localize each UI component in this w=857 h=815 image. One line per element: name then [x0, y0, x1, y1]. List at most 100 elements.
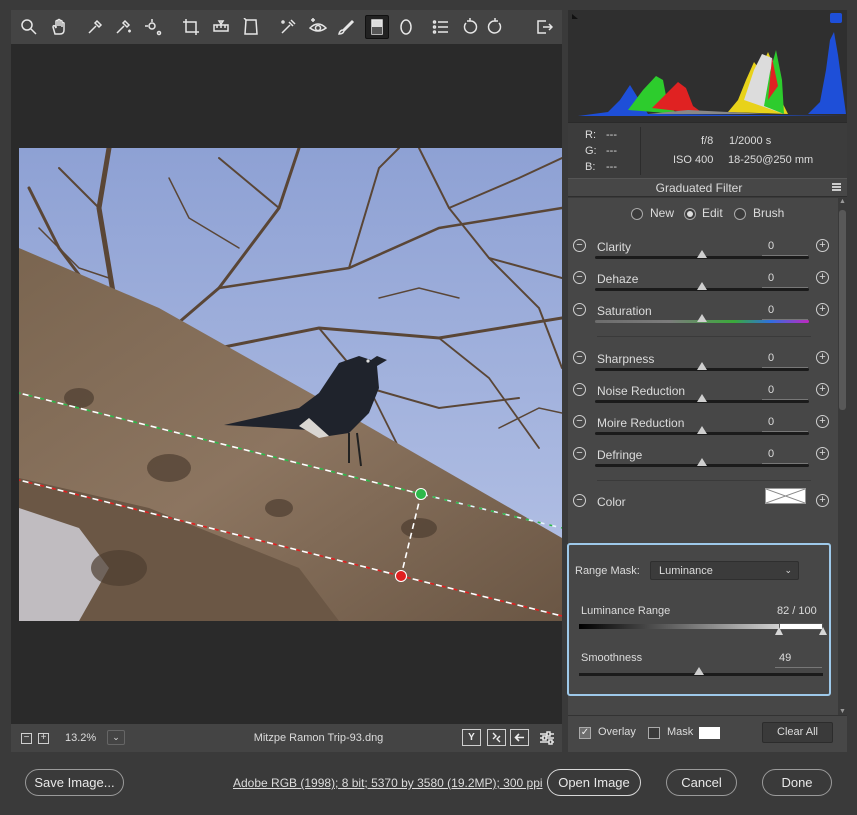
mode-edit-radio[interactable]: [684, 208, 696, 220]
decrease-icon[interactable]: −: [573, 271, 586, 284]
slider-thumb[interactable]: [697, 250, 707, 258]
mode-new-radio[interactable]: [631, 208, 643, 220]
decrease-icon[interactable]: −: [573, 383, 586, 396]
presets-list-icon[interactable]: [429, 15, 453, 39]
copy-settings-icon[interactable]: [510, 729, 529, 746]
adjustment-brush-icon[interactable]: [334, 15, 358, 39]
decrease-icon[interactable]: −: [573, 303, 586, 316]
color-sampler-icon[interactable]: [111, 15, 135, 39]
cancel-button[interactable]: Cancel: [666, 769, 737, 796]
workflow-options-link[interactable]: Adobe RGB (1998); 8 bit; 5370 by 3580 (1…: [233, 776, 543, 790]
decrease-icon[interactable]: −: [573, 415, 586, 428]
preview-settings-icon[interactable]: [535, 726, 559, 750]
increase-icon[interactable]: +: [816, 303, 829, 316]
zoom-in-button[interactable]: +: [38, 733, 49, 744]
spot-removal-icon[interactable]: [276, 15, 300, 39]
export-icon[interactable]: [532, 15, 556, 39]
scroll-up-icon[interactable]: ▲: [838, 198, 847, 205]
slider-track[interactable]: [595, 426, 809, 435]
panel-scrollbar[interactable]: ▲ ▼: [838, 198, 847, 715]
smoothness-label: Smoothness: [581, 652, 643, 664]
mode-brush-radio[interactable]: [734, 208, 746, 220]
increase-icon[interactable]: +: [816, 383, 829, 396]
rotate-right-icon[interactable]: [483, 15, 507, 39]
crop-icon[interactable]: [179, 15, 203, 39]
slider-thumb[interactable]: [697, 314, 707, 322]
smoothness-track[interactable]: [579, 667, 823, 676]
range-mask-select[interactable]: Luminance ⌄: [650, 561, 799, 580]
slider-value[interactable]: 0: [762, 384, 808, 400]
done-button[interactable]: Done: [762, 769, 832, 796]
zoom-icon[interactable]: [17, 15, 41, 39]
increase-icon[interactable]: +: [816, 351, 829, 364]
decrease-icon[interactable]: −: [573, 494, 586, 507]
swap-settings-icon[interactable]: [487, 729, 506, 746]
mask-label[interactable]: Mask: [667, 726, 693, 738]
zoom-level: 13.2%: [65, 732, 97, 744]
smoothness-thumb[interactable]: [693, 667, 704, 675]
straighten-icon[interactable]: [209, 15, 233, 39]
slider-label: Moire Reduction: [597, 416, 685, 430]
slider-value[interactable]: 0: [762, 304, 808, 320]
slider-track[interactable]: [595, 250, 809, 259]
mask-checkbox[interactable]: [648, 727, 660, 739]
slider-track[interactable]: [595, 314, 809, 323]
decrease-icon[interactable]: −: [573, 447, 586, 460]
increase-icon[interactable]: +: [816, 494, 829, 507]
slider-thumb[interactable]: [697, 394, 707, 402]
red-pin[interactable]: [395, 570, 407, 582]
slider-value[interactable]: 0: [762, 272, 808, 288]
divider: [597, 480, 811, 481]
overlay-label[interactable]: Overlay: [598, 726, 636, 738]
slider-thumb[interactable]: [697, 362, 707, 370]
luminance-high-thumb[interactable]: [819, 627, 827, 635]
save-image-button[interactable]: Save Image...: [25, 769, 124, 796]
targeted-adjustment-icon[interactable]: [141, 15, 165, 39]
panel-menu-icon[interactable]: [832, 183, 841, 191]
slider-value[interactable]: 0: [762, 240, 808, 256]
mask-color-swatch[interactable]: [699, 727, 720, 739]
mode-brush-label[interactable]: Brush: [753, 206, 784, 220]
slider-track[interactable]: [595, 362, 809, 371]
transform-icon[interactable]: [239, 15, 263, 39]
slider-track[interactable]: [595, 394, 809, 403]
increase-icon[interactable]: +: [816, 239, 829, 252]
scrollbar-thumb[interactable]: [839, 210, 846, 410]
color-swatch[interactable]: [765, 488, 806, 504]
luminance-range-track[interactable]: [579, 623, 827, 635]
increase-icon[interactable]: +: [816, 415, 829, 428]
slider-value[interactable]: 0: [762, 448, 808, 464]
zoom-out-button[interactable]: −: [21, 733, 32, 744]
mode-new-label[interactable]: New: [650, 206, 674, 220]
before-after-view-button[interactable]: Y: [462, 729, 481, 746]
slider-value[interactable]: 0: [762, 352, 808, 368]
slider-track[interactable]: [595, 282, 809, 291]
increase-icon[interactable]: +: [816, 447, 829, 460]
hand-icon[interactable]: [47, 15, 71, 39]
slider-thumb[interactable]: [697, 426, 707, 434]
graduated-filter-icon[interactable]: [365, 15, 389, 39]
clear-all-button[interactable]: Clear All: [762, 722, 833, 743]
slider-thumb[interactable]: [697, 458, 707, 466]
image-preview[interactable]: [11, 44, 562, 724]
decrease-icon[interactable]: −: [573, 239, 586, 252]
slider-value[interactable]: 0: [762, 416, 808, 432]
luminance-low-thumb[interactable]: [775, 627, 784, 635]
scroll-down-icon[interactable]: ▼: [838, 708, 847, 715]
radial-filter-icon[interactable]: [394, 15, 418, 39]
increase-icon[interactable]: +: [816, 271, 829, 284]
open-image-button[interactable]: Open Image: [547, 769, 641, 796]
red-eye-icon[interactable]: [306, 15, 330, 39]
slider-thumb[interactable]: [697, 282, 707, 290]
slider-track[interactable]: [595, 458, 809, 467]
decrease-icon[interactable]: −: [573, 351, 586, 364]
toolbar: [11, 10, 562, 44]
smoothness-value[interactable]: 49: [775, 652, 822, 668]
white-balance-icon[interactable]: [83, 15, 107, 39]
rotate-left-icon[interactable]: [458, 15, 482, 39]
overlay-checkbox[interactable]: ✓: [579, 727, 591, 739]
zoom-dropdown[interactable]: ⌄: [107, 730, 125, 745]
photo[interactable]: [19, 148, 562, 621]
mode-edit-label[interactable]: Edit: [702, 206, 723, 220]
green-pin[interactable]: [415, 488, 427, 500]
